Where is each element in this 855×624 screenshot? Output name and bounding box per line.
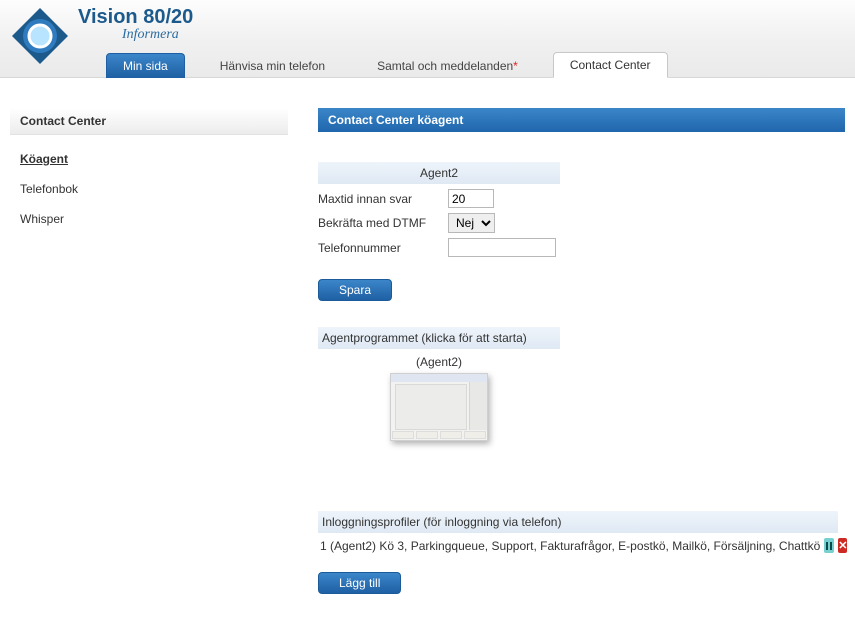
login-profile-text: 1 (Agent2) Kö 3, Parkingqueue, Support, … xyxy=(320,539,820,553)
phone-input[interactable] xyxy=(448,238,556,257)
sidebar-item-whisper[interactable]: Whisper xyxy=(20,211,64,227)
edit-icon[interactable] xyxy=(824,538,834,553)
logo-icon xyxy=(10,6,70,66)
agent-form-header: Agent2 xyxy=(318,162,560,184)
sidebar-item-phonebook[interactable]: Telefonbok xyxy=(20,181,78,197)
tab-calls-label: Samtal och meddelanden xyxy=(377,59,513,73)
dtmf-select[interactable]: Nej xyxy=(448,213,495,233)
tab-calls-messages[interactable]: Samtal och meddelanden* xyxy=(360,53,535,78)
app-header: Vision 80/20 Informera Min sida Hänvisa … xyxy=(0,0,855,78)
dtmf-label: Bekräfta med DTMF xyxy=(318,216,442,230)
agent-launch-link[interactable]: (Agent2) xyxy=(318,355,560,369)
login-profiles-header: Inloggningsprofiler (för inloggning via … xyxy=(318,511,838,533)
save-button[interactable]: Spara xyxy=(318,279,392,301)
agent-form: Agent2 Maxtid innan svar Bekräfta med DT… xyxy=(318,162,560,301)
sidebar-header: Contact Center xyxy=(10,108,288,135)
delete-icon[interactable]: ✕ xyxy=(838,538,847,553)
agent-launch-section: Agentprogrammet (klicka för att starta) … xyxy=(318,327,560,441)
maxtime-input[interactable] xyxy=(448,189,494,208)
tab-forward-phone[interactable]: Hänvisa min telefon xyxy=(203,53,342,78)
phone-label: Telefonnummer xyxy=(318,241,442,255)
sidebar: Contact Center Köagent Telefonbok Whispe… xyxy=(10,108,288,243)
agent-program-thumbnail-icon[interactable] xyxy=(390,373,488,441)
main-tabs: Min sida Hänvisa min telefon Samtal och … xyxy=(106,51,849,77)
required-asterisk-icon: * xyxy=(513,59,518,73)
maxtime-label: Maxtid innan svar xyxy=(318,192,442,206)
agent-launch-header: Agentprogrammet (klicka för att starta) xyxy=(318,327,560,349)
brand-subtitle: Informera xyxy=(122,27,849,43)
login-profiles-section: Inloggningsprofiler (för inloggning via … xyxy=(318,511,838,594)
tab-contact-center[interactable]: Contact Center xyxy=(553,52,668,78)
add-button[interactable]: Lägg till xyxy=(318,572,401,594)
panel-title: Contact Center köagent xyxy=(318,108,845,132)
tab-my-page[interactable]: Min sida xyxy=(106,53,185,78)
sidebar-item-agent[interactable]: Köagent xyxy=(20,151,68,167)
main-content: Contact Center köagent Agent2 Maxtid inn… xyxy=(318,108,845,594)
brand-title: Vision 80/20 xyxy=(78,6,849,29)
login-profile-row: 1 (Agent2) Kö 3, Parkingqueue, Support, … xyxy=(318,533,838,558)
